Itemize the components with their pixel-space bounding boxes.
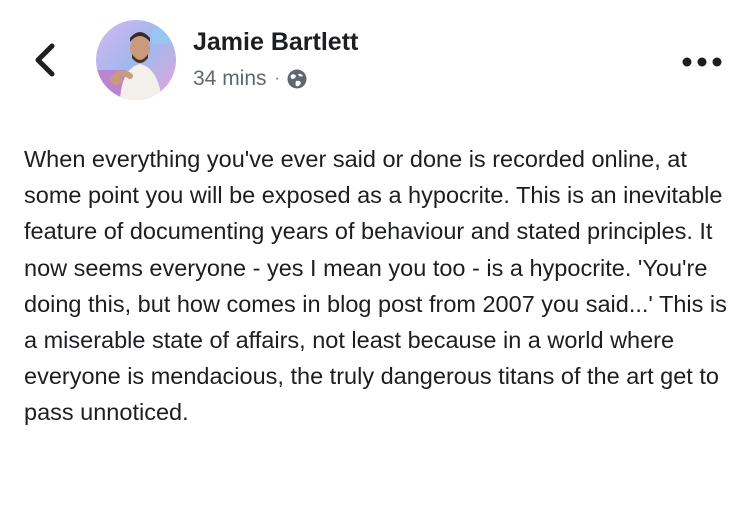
timestamp[interactable]: 34 mins: [193, 67, 267, 91]
chevron-left-icon: [35, 43, 55, 77]
globe-icon[interactable]: [286, 68, 308, 90]
more-options-icon: [682, 57, 722, 67]
meta-separator: ·: [274, 70, 280, 87]
avatar[interactable]: [96, 20, 176, 100]
back-button[interactable]: [28, 38, 68, 82]
post-header: Jamie Bartlett 34 mins ·: [0, 0, 742, 130]
post-body: When everything you've ever said or done…: [24, 146, 727, 426]
author-name[interactable]: Jamie Bartlett: [193, 28, 358, 57]
more-options-button[interactable]: [680, 52, 724, 72]
post-meta: 34 mins ·: [193, 66, 308, 92]
